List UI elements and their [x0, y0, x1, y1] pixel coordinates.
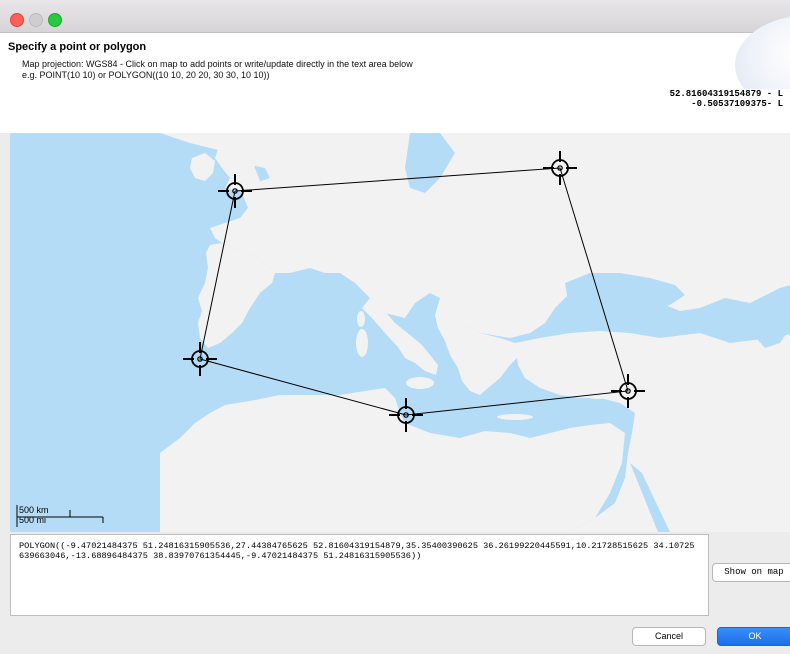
dialog-window: Specify a point or polygon Map projectio…	[0, 0, 790, 654]
land-corsica	[357, 311, 365, 327]
land-ireland	[190, 153, 215, 181]
land-crete	[497, 414, 533, 420]
cancel-button[interactable]: Cancel	[632, 627, 706, 646]
minimize-icon[interactable]	[29, 13, 43, 27]
cursor-coordinates: 52.81604319154879 - L -0.50537109375- L	[670, 89, 783, 109]
scale-km-label: 500 km	[19, 505, 49, 515]
description-line: Map projection: WGS84 - Click on map to …	[22, 59, 413, 69]
land-sardinia	[356, 329, 368, 357]
coordinates-lon: -0.50537109375- L	[691, 99, 783, 109]
ok-button[interactable]: OK	[717, 627, 790, 646]
map-svg[interactable]	[10, 133, 790, 532]
dialog-description: Map projection: WGS84 - Click on map to …	[22, 59, 413, 81]
dialog-header: Specify a point or polygon Map projectio…	[0, 15, 790, 115]
wkt-text[interactable]: POLYGON((-9.47021484375 51.2481631590553…	[19, 541, 699, 561]
wkt-text-area[interactable]: POLYGON((-9.47021484375 51.2481631590553…	[10, 534, 709, 616]
example-line: e.g. POINT(10 10) or POLYGON((10 10, 20 …	[22, 70, 270, 80]
land-north-africa	[160, 388, 625, 532]
dialog-title: Specify a point or polygon	[8, 41, 147, 53]
coordinates-panel: 52.81604319154879 - L -0.50537109375- L	[0, 89, 790, 133]
land-layer	[160, 133, 790, 532]
scale-mi-label: 500 mi	[19, 515, 47, 525]
land-europe	[160, 133, 790, 338]
coordinates-lat: 52.81604319154879 - L	[669, 89, 783, 99]
zoom-icon[interactable]	[48, 13, 62, 27]
land-sicily	[406, 377, 434, 389]
show-on-map-button[interactable]: Show on map	[712, 563, 790, 582]
scale-bar: 500 km 500 mi	[15, 505, 105, 529]
close-icon[interactable]	[10, 13, 24, 27]
map-canvas[interactable]: 500 km 500 mi	[10, 133, 790, 532]
title-bar[interactable]	[0, 0, 790, 33]
